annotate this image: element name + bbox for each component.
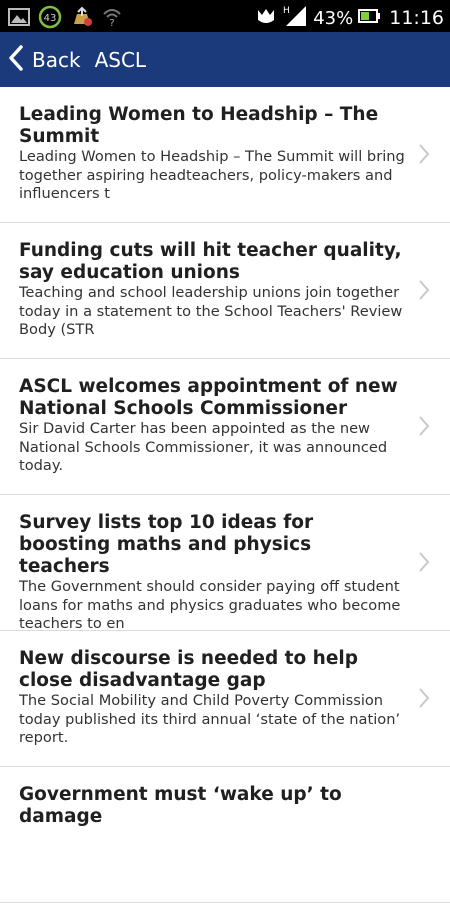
list-item[interactable]: Government must ‘wake up’ to damage — [0, 767, 450, 903]
list-item[interactable]: Funding cuts will hit teacher quality, s… — [0, 223, 450, 359]
list-item[interactable]: Survey lists top 10 ideas for boosting m… — [0, 495, 450, 632]
upload-icon — [70, 6, 94, 32]
chevron-right-icon — [418, 415, 430, 441]
chevron-left-icon — [8, 44, 24, 75]
back-label: Back — [32, 47, 81, 72]
wifi-question-icon: ? — [102, 7, 122, 31]
system-icons: H 43% 11:16 — [255, 4, 444, 32]
article-summary: The Government should consider paying of… — [19, 578, 401, 632]
chevron-right-icon — [418, 279, 430, 305]
status-bar: 43 ? H 43% 11:16 — [0, 0, 450, 32]
list-item[interactable]: ASCL welcomes appointment of new Nationa… — [0, 359, 450, 495]
article-title: Funding cuts will hit teacher quality, s… — [19, 240, 402, 283]
list-item[interactable]: New discourse is needed to help close di… — [0, 631, 450, 767]
chevron-right-icon — [418, 143, 430, 169]
svg-text:43: 43 — [44, 13, 57, 24]
article-title: Government must ‘wake up’ to damage — [19, 784, 342, 827]
article-summary: Leading Women to Headship – The Summit w… — [19, 148, 405, 202]
svg-text:H: H — [283, 6, 290, 16]
notification-icons: 43 ? — [8, 5, 122, 33]
clock: 11:16 — [389, 7, 444, 29]
article-title: ASCL welcomes appointment of new Nationa… — [19, 376, 398, 419]
page-title: ASCL — [94, 47, 147, 72]
article-title: Leading Women to Headship – The Summit — [19, 104, 379, 147]
gesture-icon — [255, 5, 277, 31]
article-title: New discourse is needed to help close di… — [19, 648, 358, 691]
article-summary: Sir David Carter has been appointed as t… — [19, 420, 388, 474]
article-summary: Teaching and school leadership unions jo… — [19, 284, 403, 338]
action-bar: Back ASCL — [0, 32, 450, 87]
svg-text:?: ? — [109, 18, 114, 27]
back-button[interactable]: Back — [0, 32, 91, 87]
image-icon — [8, 7, 30, 31]
signal-icon: H — [282, 4, 308, 32]
circle-43-icon: 43 — [38, 5, 62, 33]
chevron-right-icon — [418, 687, 430, 713]
list-item[interactable]: Leading Women to Headship – The Summit L… — [0, 87, 450, 223]
chevron-right-icon — [418, 551, 430, 577]
article-summary: The Social Mobility and Child Poverty Co… — [19, 692, 401, 746]
battery-icon — [358, 8, 381, 28]
article-list: Leading Women to Headship – The Summit L… — [0, 87, 450, 903]
battery-percent: 43% — [313, 7, 354, 29]
article-title: Survey lists top 10 ideas for boosting m… — [19, 512, 314, 577]
